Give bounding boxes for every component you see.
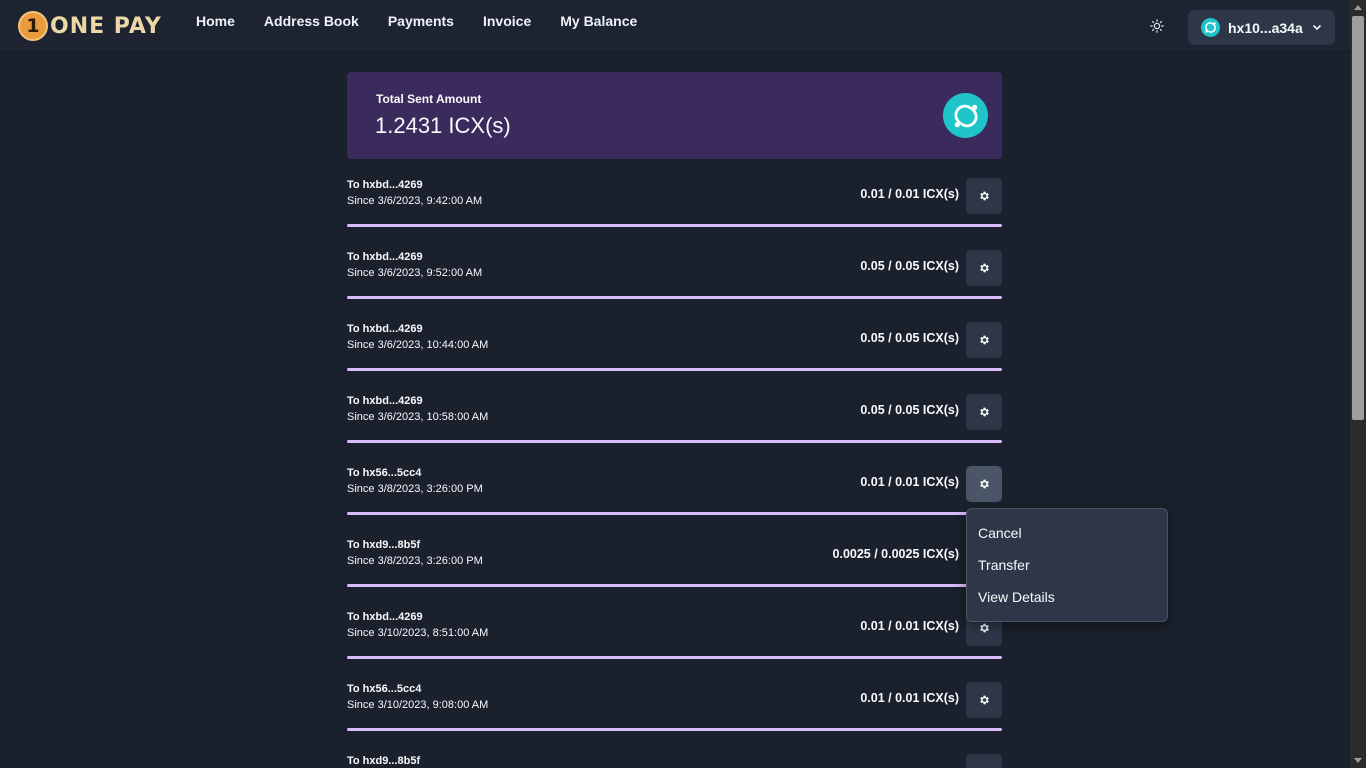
payment-since: Since 3/8/2023, 3:26:00 PM <box>347 483 483 495</box>
gear-icon <box>980 623 989 633</box>
chevron-down-icon <box>1312 24 1322 31</box>
payment-settings-button[interactable] <box>966 394 1002 430</box>
payment-settings-button[interactable] <box>966 466 1002 502</box>
wallet-address: hx10...a34a <box>1228 19 1303 36</box>
gear-icon <box>980 191 989 201</box>
payment-progress-fill <box>347 368 1002 371</box>
payment-row: To hx56...5cc4 Since 3/10/2023, 9:08:00 … <box>347 682 1002 736</box>
payment-progress-bar <box>347 224 1002 227</box>
payment-recipient: To hx56...5cc4 <box>347 683 422 695</box>
payment-settings-button[interactable] <box>966 754 1002 768</box>
payment-since: Since 3/6/2023, 10:44:00 AM <box>347 339 489 351</box>
payment-row: To hxbd...4269 Since 3/6/2023, 9:42:00 A… <box>347 178 1002 232</box>
payment-progress-fill <box>347 296 1002 299</box>
payment-recipient: To hxbd...4269 <box>347 395 423 407</box>
total-sent-label: Total Sent Amount <box>376 92 482 106</box>
wallet-menu-button[interactable]: hx10...a34a <box>1188 10 1335 45</box>
payment-recipient: To hxbd...4269 <box>347 179 423 191</box>
payment-settings-button[interactable] <box>966 682 1002 718</box>
payment-since: Since 3/10/2023, 8:51:00 AM <box>347 627 489 639</box>
page-scrollbar[interactable] <box>1350 0 1366 768</box>
payment-progress-fill <box>347 512 1002 515</box>
gear-icon <box>980 407 989 417</box>
payment-amount: 0.05 / 0.05 ICX(s) <box>860 331 959 345</box>
payment-settings-button[interactable] <box>966 322 1002 358</box>
payment-row: To hxd9...8b5f <box>347 754 1002 768</box>
top-header: 1 ONE PAY Home Address Book Payments Inv… <box>0 0 1350 52</box>
gear-icon <box>980 695 989 705</box>
payment-progress-bar <box>347 296 1002 299</box>
scroll-up-arrow-icon[interactable] <box>1354 5 1362 10</box>
nav-home[interactable]: Home <box>196 13 235 29</box>
payment-since: Since 3/6/2023, 9:52:00 AM <box>347 267 483 279</box>
brand-logo[interactable]: 1 ONE PAY <box>18 10 162 42</box>
nav-invoice[interactable]: Invoice <box>483 13 531 29</box>
payment-recipient: To hxbd...4269 <box>347 611 423 623</box>
gear-icon <box>980 263 989 273</box>
payment-settings-button[interactable] <box>966 250 1002 286</box>
theme-toggle-button[interactable] <box>1147 16 1167 36</box>
total-sent-card: Total Sent Amount 1.2431 ICX(s) <box>347 72 1002 159</box>
payment-settings-button[interactable] <box>966 178 1002 214</box>
payment-progress-bar <box>347 440 1002 443</box>
nav-payments[interactable]: Payments <box>388 13 454 29</box>
scrollbar-thumb[interactable] <box>1352 16 1364 420</box>
payment-progress-bar <box>347 512 1002 515</box>
icx-logo-icon <box>943 93 988 138</box>
total-sent-amount: 1.2431 ICX(s) <box>375 113 511 138</box>
payment-actions-menu: Cancel Transfer View Details <box>966 508 1168 622</box>
gear-icon <box>980 335 989 345</box>
payment-since: Since 3/8/2023, 3:26:00 PM <box>347 555 483 567</box>
menu-item-transfer[interactable]: Transfer <box>967 549 1167 581</box>
payment-row: To hx56...5cc4 Since 3/8/2023, 3:26:00 P… <box>347 466 1002 520</box>
payment-amount: 0.01 / 0.01 ICX(s) <box>860 691 959 705</box>
payment-since: Since 3/6/2023, 10:58:00 AM <box>347 411 489 423</box>
payment-amount: 0.05 / 0.05 ICX(s) <box>860 259 959 273</box>
payment-progress-bar <box>347 368 1002 371</box>
payment-amount: 0.01 / 0.01 ICX(s) <box>860 475 959 489</box>
payment-recipient: To hxd9...8b5f <box>347 539 421 551</box>
nav-address-book[interactable]: Address Book <box>264 13 359 29</box>
icon-logo-icon <box>1201 18 1220 37</box>
payment-row: To hxd9...8b5f Since 3/8/2023, 3:26:00 P… <box>347 538 1002 592</box>
menu-item-view-details[interactable]: View Details <box>967 581 1167 613</box>
payment-row: To hxbd...4269 Since 3/6/2023, 10:44:00 … <box>347 322 1002 376</box>
payment-recipient: To hxbd...4269 <box>347 323 423 335</box>
payment-recipient: To hx56...5cc4 <box>347 467 422 479</box>
payment-progress-fill <box>347 440 1002 443</box>
nav-my-balance[interactable]: My Balance <box>560 13 637 29</box>
gear-icon <box>980 479 989 489</box>
payment-progress-bar <box>347 728 1002 731</box>
payment-progress-bar <box>347 656 1002 659</box>
payment-progress-fill <box>347 728 1002 731</box>
payment-row: To hxbd...4269 Since 3/6/2023, 10:58:00 … <box>347 394 1002 448</box>
payment-amount: 0.0025 / 0.0025 ICX(s) <box>832 547 959 561</box>
main-nav: Home Address Book Payments Invoice My Ba… <box>196 13 637 29</box>
payment-progress-bar <box>347 584 1002 587</box>
payment-progress-fill <box>347 656 1002 659</box>
payment-row: To hxbd...4269 Since 3/10/2023, 8:51:00 … <box>347 610 1002 664</box>
scroll-down-arrow-icon[interactable] <box>1354 758 1362 763</box>
payment-since: Since 3/6/2023, 9:42:00 AM <box>347 195 483 207</box>
payment-amount: 0.01 / 0.01 ICX(s) <box>860 187 959 201</box>
payment-since: Since 3/10/2023, 9:08:00 AM <box>347 699 489 711</box>
payment-amount: 0.05 / 0.05 ICX(s) <box>860 403 959 417</box>
payment-progress-fill <box>347 584 1002 587</box>
payment-recipient: To hxbd...4269 <box>347 251 423 263</box>
payment-progress-fill <box>347 224 1002 227</box>
sun-icon <box>1150 19 1164 33</box>
payment-amount: 0.01 / 0.01 ICX(s) <box>860 619 959 633</box>
brand-name: ONE PAY <box>50 13 162 39</box>
coin-logo-icon: 1 <box>18 11 48 41</box>
payment-row: To hxbd...4269 Since 3/6/2023, 9:52:00 A… <box>347 250 1002 304</box>
payment-recipient: To hxd9...8b5f <box>347 755 421 767</box>
menu-item-cancel[interactable]: Cancel <box>967 517 1167 549</box>
